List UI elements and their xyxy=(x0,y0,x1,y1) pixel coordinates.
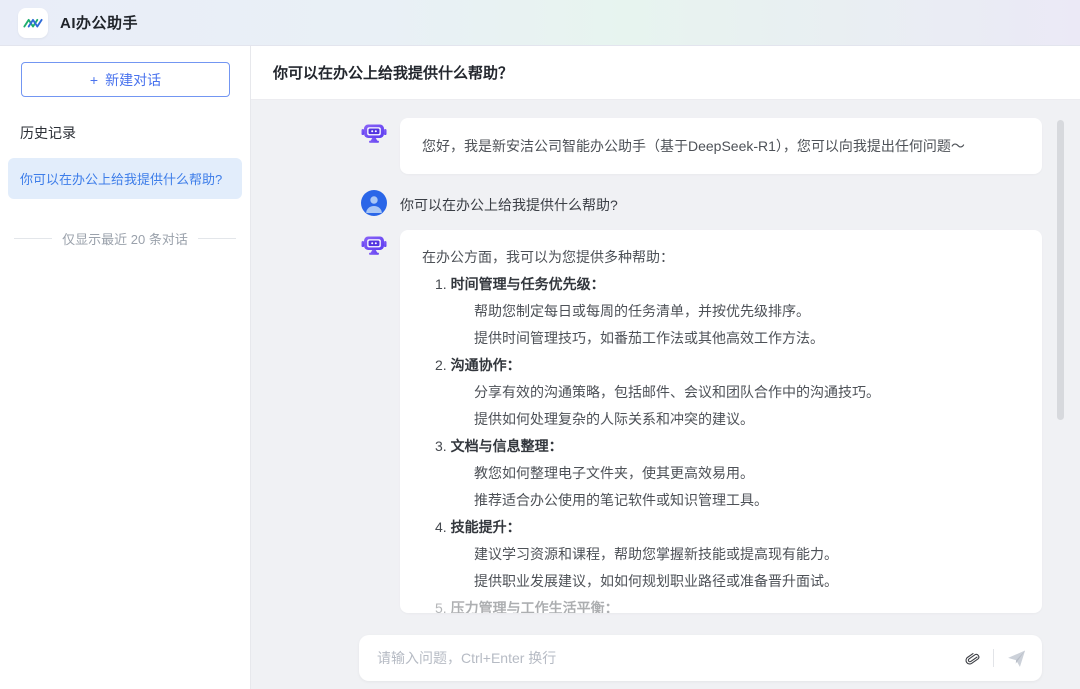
send-button[interactable] xyxy=(1004,646,1028,670)
message-assistant-reply: 在办公方面，我可以为您提供多种帮助： 1. 时间管理与任务优先级： 帮助您制定每… xyxy=(361,230,1042,613)
scrollbar-thumb[interactable] xyxy=(1057,120,1064,420)
reply-item-1-sub-2: 提供时间管理技巧，如番茄工作法或其他高效工作方法。 xyxy=(422,325,1020,352)
list-number: 4. xyxy=(435,519,447,535)
sidebar: + 新建对话 历史记录 你可以在办公上给我提供什么帮助? 仅显示最近 20 条对… xyxy=(0,46,251,689)
recent-limit-note: 仅显示最近 20 条对话 xyxy=(0,229,250,248)
history-item-active[interactable]: 你可以在办公上给我提供什么帮助? xyxy=(8,158,242,199)
list-number: 5. xyxy=(435,600,447,613)
reply-item-2-title: 2. 沟通协作： xyxy=(422,352,1020,379)
list-title: 压力管理与工作生活平衡： xyxy=(451,600,619,613)
list-number: 1. xyxy=(435,276,447,292)
reply-item-4-sub-1: 建议学习资源和课程，帮助您掌握新技能或提高现有能力。 xyxy=(422,541,1020,568)
reply-item-5-title: 5. 压力管理与工作生活平衡： xyxy=(422,595,1020,613)
composer-actions xyxy=(959,646,1028,670)
zigzag-logo-icon xyxy=(22,12,44,34)
conversation-title-bar: 你可以在办公上给我提供什么帮助？ xyxy=(251,46,1080,100)
list-title: 沟通协作： xyxy=(451,357,521,373)
app-logo xyxy=(18,8,48,38)
paper-plane-icon xyxy=(1006,648,1027,669)
message-assistant-greeting: 您好，我是新安洁公司智能办公助手（基于DeepSeek-R1），您可以向我提出任… xyxy=(361,118,1042,174)
message-user-question: 你可以在办公上给我提供什么帮助? xyxy=(361,188,1042,216)
message-input[interactable] xyxy=(377,650,959,666)
main-area: 你可以在办公上给我提供什么帮助？ xyxy=(251,46,1080,689)
divider-line-left xyxy=(14,238,52,239)
reply-item-3-title: 3. 文档与信息整理： xyxy=(422,433,1020,460)
message-composer xyxy=(359,635,1042,681)
reply-item-3-sub-1: 教您如何整理电子文件夹，使其更高效易用。 xyxy=(422,460,1020,487)
assistant-reply-bubble: 在办公方面，我可以为您提供多种帮助： 1. 时间管理与任务优先级： 帮助您制定每… xyxy=(400,230,1042,613)
reply-item-4-sub-2: 提供职业发展建议，如如何规划职业路径或准备晋升面试。 xyxy=(422,568,1020,595)
new-chat-button[interactable]: + 新建对话 xyxy=(21,62,230,97)
reply-item-1-sub-1: 帮助您制定每日或每周的任务清单，并按优先级排序。 xyxy=(422,298,1020,325)
reply-item-3-sub-2: 推荐适合办公使用的笔记软件或知识管理工具。 xyxy=(422,487,1020,514)
reply-item-4-title: 4. 技能提升： xyxy=(422,514,1020,541)
paperclip-icon xyxy=(962,649,981,668)
app-header: AI办公助手 xyxy=(0,0,1080,46)
bot-avatar-icon xyxy=(361,232,387,258)
history-section-label: 历史记录 xyxy=(20,123,250,143)
new-chat-label: 新建对话 xyxy=(105,70,161,90)
page-title: 你可以在办公上给我提供什么帮助？ xyxy=(273,62,513,83)
reply-item-2-sub-2: 提供如何处理复杂的人际关系和冲突的建议。 xyxy=(422,406,1020,433)
chat-area: 您好，我是新安洁公司智能办公助手（基于DeepSeek-R1），您可以向我提出任… xyxy=(251,100,1080,689)
list-title: 文档与信息整理： xyxy=(451,438,563,454)
user-question-text: 你可以在办公上给我提供什么帮助? xyxy=(400,188,618,215)
app-title: AI办公助手 xyxy=(60,12,138,33)
recent-note-text: 仅显示最近 20 条对话 xyxy=(62,229,188,248)
list-title: 时间管理与任务优先级： xyxy=(451,276,605,292)
bot-avatar-icon xyxy=(361,120,387,146)
list-title: 技能提升： xyxy=(451,519,521,535)
list-number: 2. xyxy=(435,357,447,373)
reply-item-1-title: 1. 时间管理与任务优先级： xyxy=(422,271,1020,298)
plus-icon: + xyxy=(90,72,98,88)
list-number: 3. xyxy=(435,438,447,454)
divider-line-right xyxy=(198,238,236,239)
user-avatar-icon xyxy=(361,190,387,216)
reply-item-2-sub-1: 分享有效的沟通策略，包括邮件、会议和团队合作中的沟通技巧。 xyxy=(422,379,1020,406)
attach-button[interactable] xyxy=(959,646,983,670)
composer-divider xyxy=(993,649,994,667)
reply-intro: 在办公方面，我可以为您提供多种帮助： xyxy=(422,244,1020,271)
assistant-greeting-bubble: 您好，我是新安洁公司智能办公助手（基于DeepSeek-R1），您可以向我提出任… xyxy=(400,118,1042,174)
